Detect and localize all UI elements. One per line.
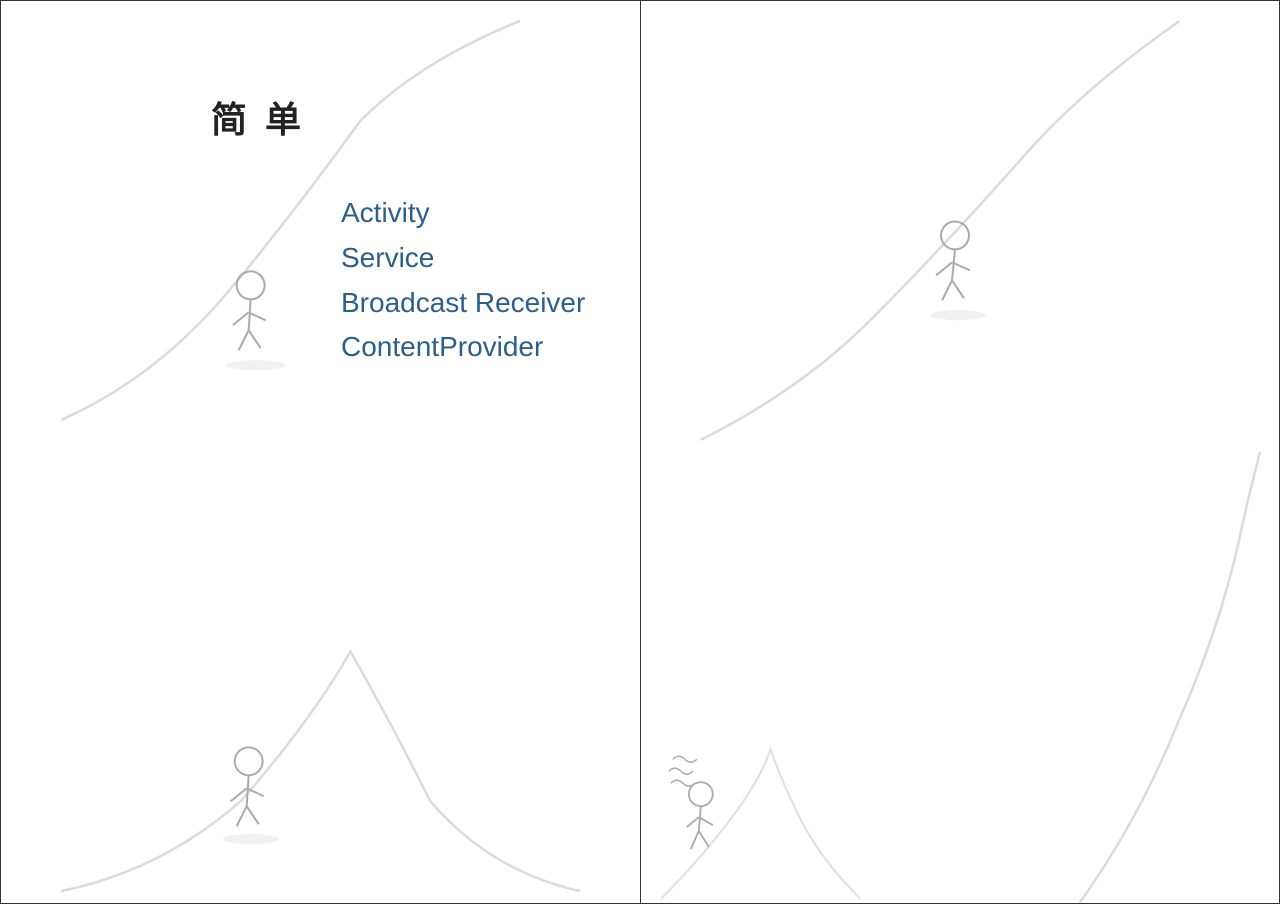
list-item: Broadcast Receiver [341, 281, 585, 326]
list-item: ContentProvider [341, 325, 585, 370]
list-item: Service [341, 236, 585, 281]
cell-simple: 简 单 Activity Service Broadcast Receiver … [0, 0, 640, 452]
cell-complex: ？ ？ ？ Android 6,7,8,9,10 适配 插件化 热修复 组件化 … [640, 452, 1280, 904]
main-grid: 简 单 Activity Service Broadcast Receiver … [0, 0, 1280, 904]
list-item: Activity [341, 191, 585, 236]
cell-happy: 美 滋 滋 ViewPager Fragment RecyclerView Te… [640, 0, 1280, 452]
cell1-tech-list: Activity Service Broadcast Receiver Cont… [341, 191, 585, 370]
cell1-label: 简 单 [211, 91, 305, 143]
cell-almost: 快熬出头了 哈哈哈 MVC MVP Binder okhttp glide gs… [0, 452, 640, 904]
